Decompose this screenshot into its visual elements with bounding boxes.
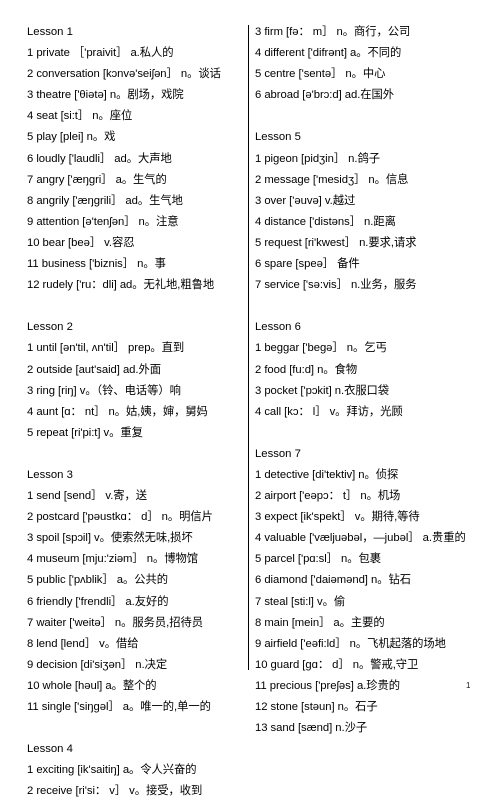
vocabulary-entry: 4 call [kɔ： l］ v。拜访，光顾 <box>255 405 403 418</box>
lesson-heading: Lesson 3 <box>27 468 73 481</box>
lesson-heading: Lesson 2 <box>27 321 73 334</box>
vocabulary-entry: 1 detective [di'tektiv] n。侦探 <box>255 468 399 481</box>
vocabulary-entry: 6 abroad [ə'brɔ:d] ad.在国外 <box>255 89 395 102</box>
vocabulary-entry: 1 pigeon [pidʒin］ n.鸽子 <box>255 152 380 165</box>
vocabulary-entry: 2 food [fu:d] n。食物 <box>255 363 358 376</box>
vocabulary-entry: 8 angrily ['æŋgrili］ ad。生气地 <box>27 194 183 207</box>
vocabulary-entry: 6 spare [speə］ 备件 <box>255 258 360 271</box>
left-column: Lesson 1 1 private ［'praivit］ a.私人的 2 co… <box>27 22 245 802</box>
vocabulary-entry: 3 expect [ik'spekt］ v。期待,等待 <box>255 511 420 524</box>
lesson-heading: Lesson 1 <box>27 26 73 38</box>
vocabulary-entry: 13 sand [sænd] n.沙子 <box>255 722 368 735</box>
vocabulary-entry: 8 lend [lend］ v。借给 <box>27 637 139 650</box>
document-page: Lesson 1 1 private ［'praivit］ a.私人的 2 co… <box>0 0 502 797</box>
vocabulary-entry: 2 outside [aut'said] ad.外面 <box>27 363 161 376</box>
vocabulary-entry: 9 airfield ['eəfi:ld］ n。飞机起落的场地 <box>255 637 446 650</box>
vocabulary-entry: 3 theatre ['θiətə] n。剧场，戏院 <box>27 89 184 102</box>
vocabulary-entry: 1 private ［'praivit］ a.私人的 <box>27 47 174 60</box>
lesson-heading: Lesson 7 <box>255 447 301 460</box>
vocabulary-entry: 6 loudly ['laudli］ ad。大声地 <box>27 152 172 165</box>
vocabulary-entry: 1 exciting [ik'saitiŋ] a。令人兴奋的 <box>27 764 197 777</box>
vocabulary-entry: 7 service ['sə:vis］ n.业务，服务 <box>255 279 417 292</box>
vocabulary-entry: 11 business ['biznis］ n。事 <box>27 258 166 271</box>
vocabulary-entry: 11 precious ['preʃəs] a.珍贵的 <box>255 679 401 692</box>
vocabulary-entry: 5 play [plei] n。戏 <box>27 131 116 144</box>
lesson-block-2: Lesson 2 1 until [ən'til, ʌn'til］ prep。直… <box>27 317 245 444</box>
lesson-block-6: Lesson 6 1 beggar ['begə］ n。乞丐 2 food [f… <box>255 317 495 422</box>
vocabulary-entry: 3 pocket ['pɔkit] n.衣服口袋 <box>255 384 390 397</box>
vocabulary-entry: 6 friendly ['frendli］ a.友好的 <box>27 595 169 608</box>
vocabulary-entry: 5 repeat [ri'pi:t] v。重复 <box>27 426 143 439</box>
vocabulary-entry: 12 rudely ['ru：dli] ad。无礼地,粗鲁地 <box>27 279 215 292</box>
vocabulary-entry: 9 decision [di'siʒən］ n.决定 <box>27 658 168 671</box>
vocabulary-entry: 1 beggar ['begə］ n。乞丐 <box>255 342 387 355</box>
vocabulary-entry: 4 seat [si:t］ n。座位 <box>27 110 133 123</box>
vocabulary-entry: 4 distance ['distəns］ n.距离 <box>255 215 396 228</box>
lesson-heading: Lesson 5 <box>255 131 301 144</box>
vocabulary-entry: 7 steal [sti:l] v。偷 <box>255 595 346 608</box>
vocabulary-entry: 9 attention [ə'tenʃən］ n。注意 <box>27 215 179 228</box>
vocabulary-entry: 4 aunt [ɑ： nt］ n。姑,姨，婶，舅妈 <box>27 405 208 418</box>
lesson-block-1: Lesson 1 1 private ［'praivit］ a.私人的 2 co… <box>27 22 245 296</box>
page-number: 1 <box>466 681 471 690</box>
column-divider <box>248 25 249 670</box>
vocabulary-entry: 4 different ['difrənt] a。不同的 <box>255 47 402 60</box>
vocabulary-entry: 1 send [send］ v.寄，送 <box>27 490 148 503</box>
vocabulary-entry: 1 until [ən'til, ʌn'til］ prep。直到 <box>27 342 185 355</box>
vocabulary-entry: 2 postcard ['pəustkɑ： d］ n。明信片 <box>27 511 213 524</box>
lesson-block-3: Lesson 3 1 send [send］ v.寄，送 2 postcard … <box>27 465 245 718</box>
lesson-heading: Lesson 6 <box>255 321 301 334</box>
vocabulary-entry: 2 conversation [kɔnvə'seiʃən］ n。谈话 <box>27 68 221 81</box>
vocabulary-entry: 8 main [mein］ a。主要的 <box>255 616 385 629</box>
vocabulary-entry: 4 valuable ['væljuəbəl，—jubəl］ a.贵重的 <box>255 532 466 545</box>
vocabulary-entry: 2 receive [ri'si： v］ v。接受，收到 <box>27 785 203 798</box>
vocabulary-entry: 2 airport ['eəpɔ： t］ n。机场 <box>255 490 401 503</box>
vocabulary-entry: 2 message ['mesidʒ］ n。信息 <box>255 173 409 186</box>
vocabulary-entry: 3 ring [riŋ] v。（铃、电话等）响 <box>27 384 181 397</box>
vocabulary-entry: 5 request [ri'kwest］ n.要求,请求 <box>255 236 417 249</box>
vocabulary-entry: 3 over ['əuvə] v.越过 <box>255 194 356 207</box>
vocabulary-entry: 6 diamond ['daiəmənd] n。钻石 <box>255 574 411 587</box>
vocabulary-entry: 3 spoil [spɔil] v。使索然无味,损坏 <box>27 532 193 545</box>
vocabulary-entry: 5 public ['pʌblik］ a。公共的 <box>27 574 168 587</box>
vocabulary-entry: 10 whole [həul] a。整个的 <box>27 679 157 692</box>
lesson-block-4: Lesson 4 1 exciting [ik'saitiŋ] a。令人兴奋的 … <box>27 739 245 802</box>
lesson-block-7: Lesson 7 1 detective [di'tektiv] n。侦探 2 … <box>255 444 495 739</box>
vocabulary-entry: 10 bear [beə］ v.容忍 <box>27 236 135 249</box>
lesson-block-4-continued: 3 firm [fə： m］ n。商行，公司 4 different ['dif… <box>255 22 495 106</box>
vocabulary-entry: 3 firm [fə： m］ n。商行，公司 <box>255 26 411 38</box>
lesson-block-5: Lesson 5 1 pigeon [pidʒin］ n.鸽子 2 messag… <box>255 127 495 296</box>
vocabulary-entry: 7 waiter ['weitə］ n。服务员,招待员 <box>27 616 203 629</box>
vocabulary-entry: 10 guard [gɑ： d］ n。警戒,守卫 <box>255 658 419 671</box>
lesson-heading: Lesson 4 <box>27 743 73 756</box>
vocabulary-entry: 4 museum [mju:'ziəm］ n。博物馆 <box>27 553 198 566</box>
vocabulary-entry: 5 parcel ['pɑ:sl］ n。包裹 <box>255 553 381 566</box>
vocabulary-entry: 5 centre ['sentə］ n。中心 <box>255 68 386 81</box>
right-column: 3 firm [fə： m］ n。商行，公司 4 different ['dif… <box>255 22 495 739</box>
vocabulary-entry: 7 angry ['æŋgri］ a。生气的 <box>27 173 167 186</box>
